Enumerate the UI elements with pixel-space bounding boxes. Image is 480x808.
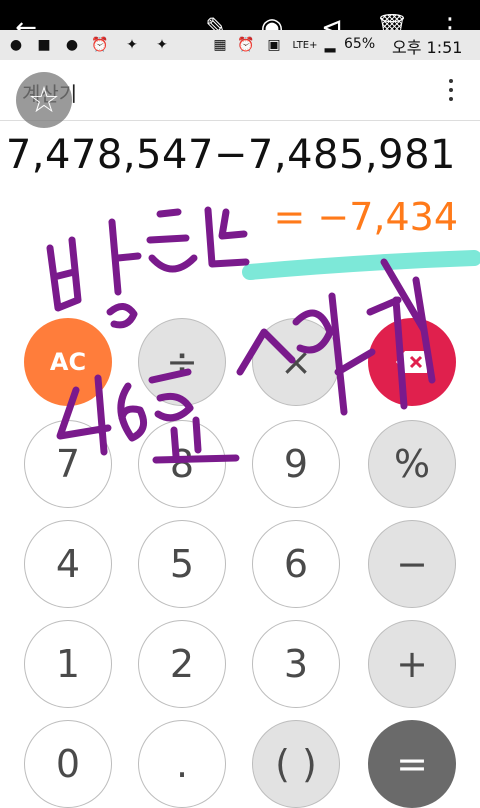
digit-9-button[interactable]: 9 <box>252 420 340 508</box>
all-clear-button[interactable]: AC <box>24 318 112 406</box>
handwriting-strokes <box>46 206 436 464</box>
star-icon[interactable]: ☆ <box>16 72 72 128</box>
divide-button[interactable]: ÷ <box>138 318 226 406</box>
clock: 오후 1:51 <box>392 38 463 57</box>
highlighter-stroke <box>242 250 480 280</box>
decimal-button[interactable]: . <box>138 720 226 808</box>
digit-3-button[interactable]: 3 <box>252 620 340 708</box>
digit-7-button[interactable]: 7 <box>24 420 112 508</box>
digit-1-button[interactable]: 1 <box>24 620 112 708</box>
digit-4-button[interactable]: 4 <box>24 520 112 608</box>
vibrate-icon: ▦ <box>213 37 227 53</box>
equals-button[interactable]: = <box>368 720 456 808</box>
digit-5-button[interactable]: 5 <box>138 520 226 608</box>
backspace-icon <box>396 351 427 373</box>
percent-button[interactable]: % <box>368 420 456 508</box>
battery-percent: 65% <box>344 36 376 52</box>
expression-display: 7,478,547−7,485,981 <box>5 132 456 178</box>
digit-8-button[interactable]: 8 <box>138 420 226 508</box>
result-display: = −7,434 <box>273 195 458 239</box>
alarm-icon: ⏰ <box>91 37 109 53</box>
plus-button[interactable]: + <box>368 620 456 708</box>
app-notification-icon: ● <box>65 37 79 53</box>
parentheses-button[interactable]: ( ) <box>252 720 340 808</box>
alarm-icon: ⏰ <box>237 37 255 53</box>
digit-2-button[interactable]: 2 <box>138 620 226 708</box>
overflow-menu-icon[interactable] <box>438 72 464 108</box>
multiply-button[interactable]: × <box>252 318 340 406</box>
backspace-button[interactable] <box>368 318 456 406</box>
digit-6-button[interactable]: 6 <box>252 520 340 608</box>
twitter-icon: ✦ <box>156 37 168 53</box>
signal-icon: ▂ <box>324 37 336 53</box>
digit-0-button[interactable]: 0 <box>24 720 112 808</box>
network-type: LTE+ <box>292 39 318 51</box>
twitter-icon: ✦ <box>126 37 138 53</box>
message-icon: ■ <box>37 37 51 53</box>
app-notification-icon: ● <box>9 37 23 53</box>
minus-button[interactable]: − <box>368 520 456 608</box>
hd-icon: ▣ <box>267 37 281 53</box>
